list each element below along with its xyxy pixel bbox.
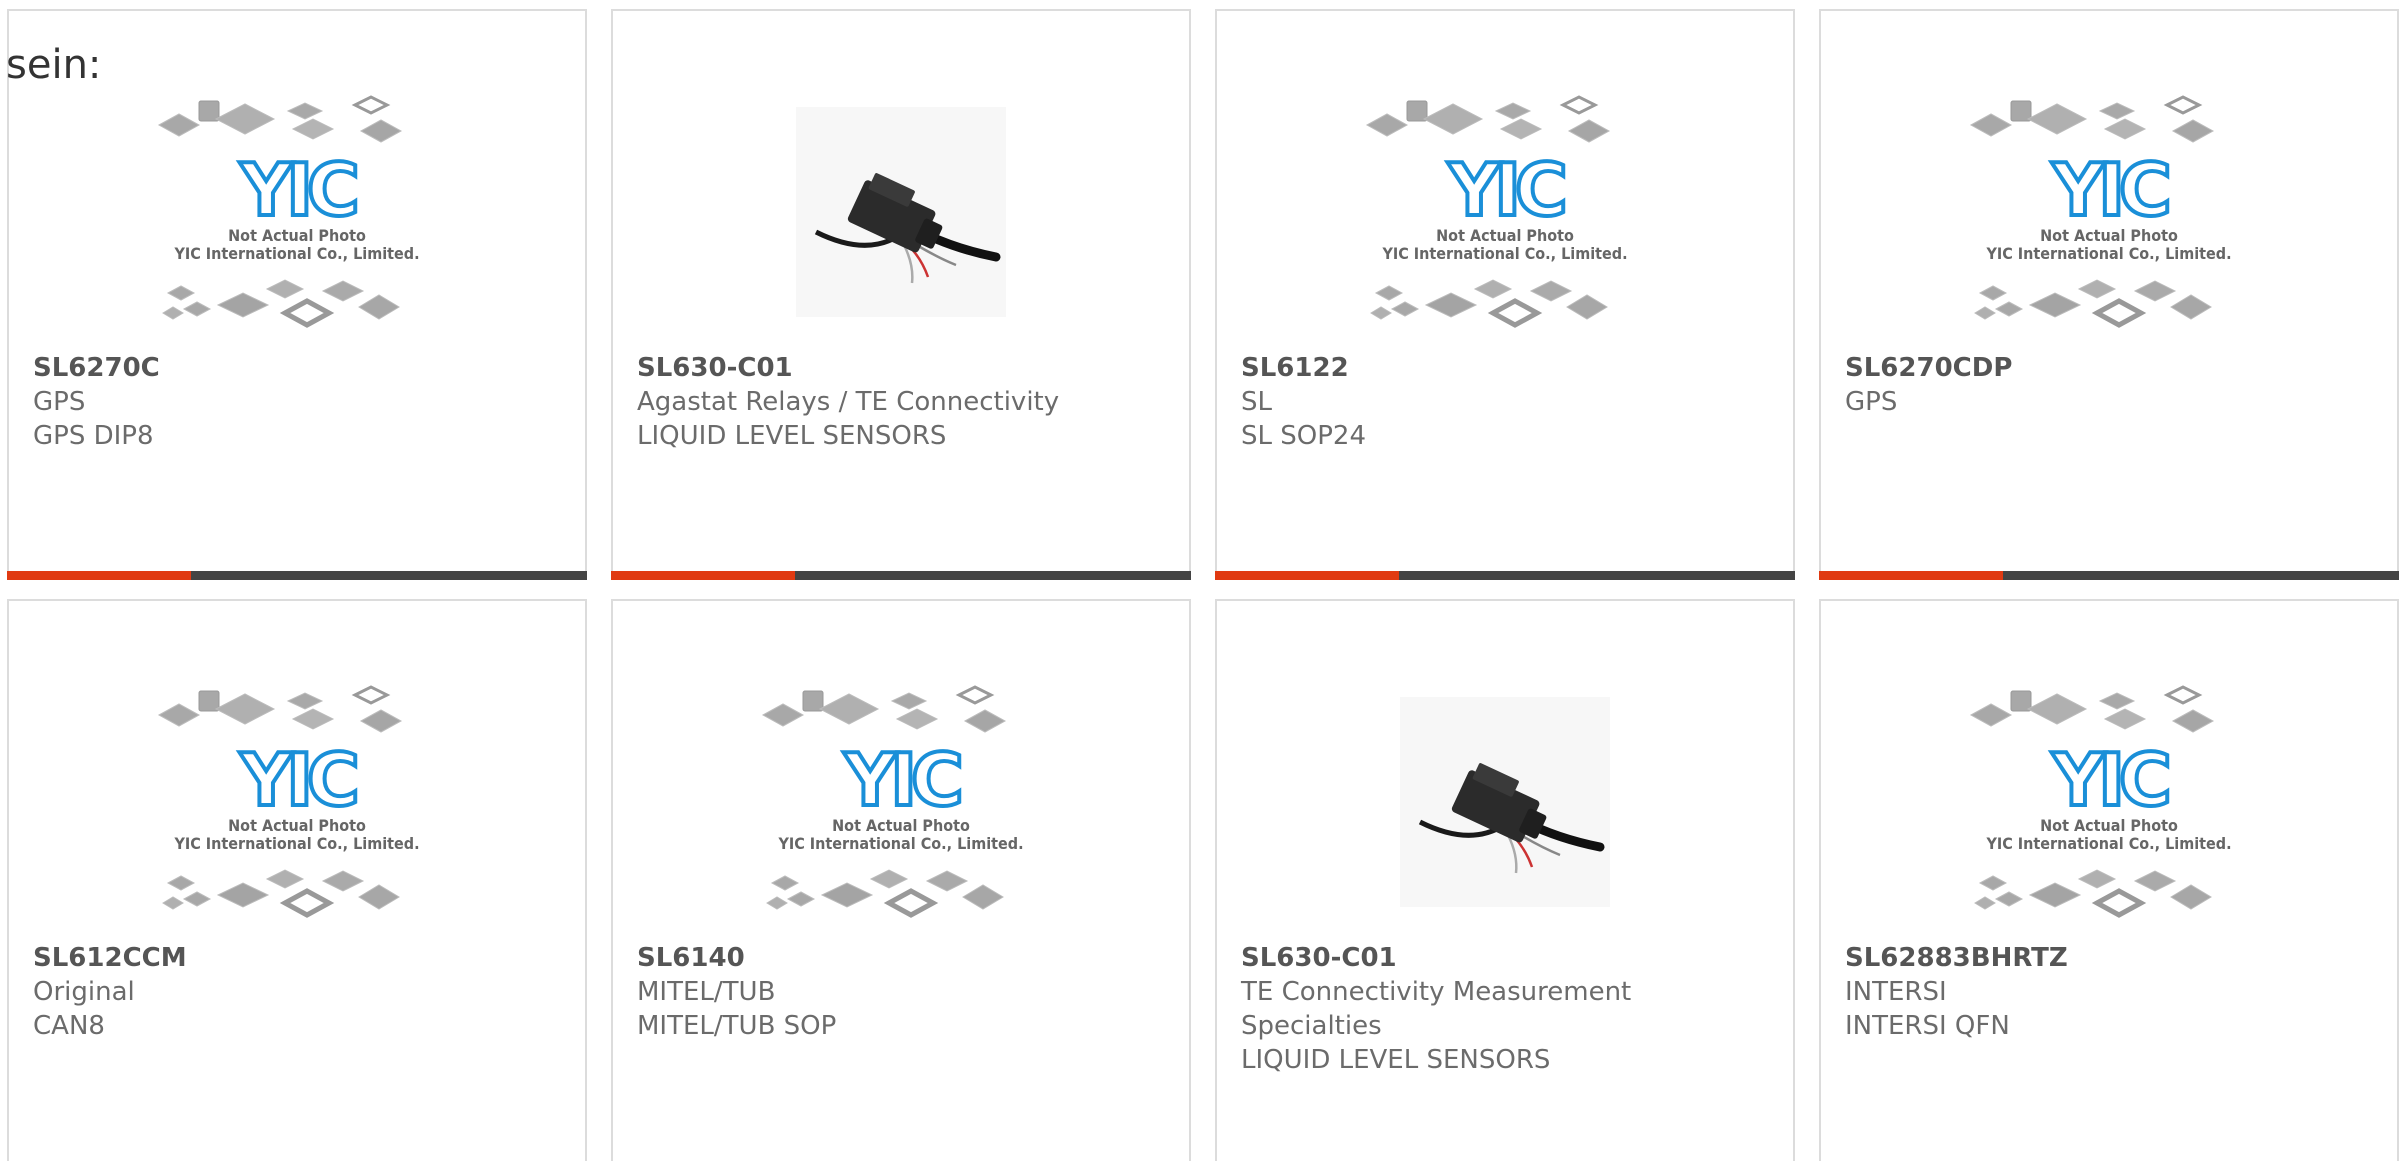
product-manufacturer-continued: Specialties	[1241, 1011, 1382, 1041]
card-bottom-bar	[1215, 571, 1795, 580]
svg-text:YIC International Co., Limited: YIC International Co., Limited.	[1985, 244, 2231, 263]
yic-placeholder-image: YICNot Actual PhotoYIC International Co.…	[1969, 685, 2232, 918]
product-card[interactable]: YIC Not Actual Photo YIC International Co.…	[7, 9, 587, 580]
product-card[interactable]: SL630-C01 Agastat Relays / TE Connectivi…	[611, 9, 1191, 580]
svg-text:YIC International Co., Limited: YIC International Co., Limited.	[777, 834, 1023, 853]
yic-placeholder-image: YICNot Actual PhotoYIC International Co.…	[761, 685, 1024, 918]
product-part-number[interactable]: SL6122	[1241, 351, 1773, 385]
product-card[interactable]: YIC Not Actual Photo YIC International Co.…	[7, 599, 587, 1161]
product-description: MITEL/TUB SOP	[637, 1011, 837, 1041]
product-info: SL6140 MITEL/TUB MITEL/TUB SOP	[637, 941, 1169, 1043]
product-part-number[interactable]: SL6270C	[33, 351, 565, 385]
product-manufacturer: GPS	[33, 387, 86, 417]
svg-text:YIC International Co., Limited: YIC International Co., Limited.	[1985, 834, 2231, 853]
product-description: LIQUID LEVEL SENSORS	[637, 421, 947, 451]
svg-text:Not Actual Photo: Not Actual Photo	[2040, 226, 2178, 245]
product-card[interactable]: YIC Not Actual Photo YIC International Co.…	[1819, 9, 2399, 580]
yic-placeholder-image: YICNot Actual PhotoYIC International Co.…	[1365, 95, 1628, 328]
sensor-cable-image	[796, 107, 1006, 317]
svg-text:Not Actual Photo: Not Actual Photo	[832, 816, 970, 835]
product-manufacturer: SL	[1241, 387, 1272, 417]
card-accent-bar	[611, 571, 795, 580]
card-bottom-bar	[611, 571, 1191, 580]
product-part-number[interactable]: SL6140	[637, 941, 1169, 975]
product-info: SL630-C01 Agastat Relays / TE Connectivi…	[637, 351, 1169, 453]
product-part-number[interactable]: SL6270CDP	[1845, 351, 2377, 385]
product-info: SL630-C01 TE Connectivity Measurement Sp…	[1241, 941, 1773, 1077]
product-image[interactable]	[1217, 659, 1793, 945]
product-info: SL6122 SL SL SOP24	[1241, 351, 1773, 453]
product-card[interactable]: YIC Not Actual Photo YIC International Co.…	[611, 599, 1191, 1161]
product-image[interactable]: YIC Not Actual Photo YIC International Co.…	[9, 659, 585, 945]
svg-text:Not Actual Photo: Not Actual Photo	[228, 816, 366, 835]
yic-logo-text: YIC	[2051, 738, 2168, 822]
product-part-number[interactable]: SL612CCM	[33, 941, 565, 975]
product-image[interactable]: YIC Not Actual Photo YIC International Co.…	[613, 659, 1189, 945]
card-accent-bar	[1215, 571, 1399, 580]
svg-text:Not Actual Photo: Not Actual Photo	[2040, 816, 2178, 835]
svg-text:YIC International Co., Limited: YIC International Co., Limited.	[173, 244, 419, 263]
product-description: SL SOP24	[1241, 421, 1366, 451]
yic-placeholder-image: YICNot Actual PhotoYIC International Co.…	[1969, 95, 2232, 328]
product-info: SL6270C GPS GPS DIP8	[33, 351, 565, 453]
product-image[interactable]: YIC Not Actual Photo YIC International Co.…	[1821, 659, 2397, 945]
product-manufacturer: TE Connectivity Measurement	[1241, 977, 1632, 1007]
product-image[interactable]: YIC Not Actual Photo YIC International Co.…	[1217, 69, 1793, 355]
svg-text:YIC International Co., Limited: YIC International Co., Limited.	[173, 834, 419, 853]
yic-logo-text: YIC	[1447, 148, 1564, 232]
product-card[interactable]: YIC Not Actual Photo YIC International Co.…	[1215, 9, 1795, 580]
product-description: INTERSI QFN	[1845, 1011, 2010, 1041]
card-bottom-bar	[1819, 571, 2399, 580]
product-info: SL6270CDP GPS	[1845, 351, 2377, 419]
product-info: SL612CCM Original CAN8	[33, 941, 565, 1043]
yic-logo-text: YIC	[239, 148, 356, 232]
yic-placeholder-image: YICNot Actual PhotoYIC International Co.…	[157, 95, 420, 328]
product-manufacturer: GPS	[1845, 387, 1898, 417]
product-card[interactable]: YIC Not Actual Photo YIC International Co.…	[1819, 599, 2399, 1161]
product-card[interactable]: SL630-C01 TE Connectivity Measurement Sp…	[1215, 599, 1795, 1161]
product-manufacturer: Original	[33, 977, 135, 1007]
card-accent-bar	[7, 571, 191, 580]
product-image[interactable]	[613, 69, 1189, 355]
product-manufacturer: MITEL/TUB	[637, 977, 776, 1007]
yic-logo-text: YIC	[843, 738, 960, 822]
product-description: GPS DIP8	[33, 421, 154, 451]
product-part-number[interactable]: SL62883BHRTZ	[1845, 941, 2377, 975]
card-bottom-bar	[7, 571, 587, 580]
svg-text:YIC International Co., Limited: YIC International Co., Limited.	[1381, 244, 1627, 263]
product-image[interactable]: YIC Not Actual Photo YIC International Co.…	[9, 69, 585, 355]
product-manufacturer: INTERSI	[1845, 977, 1947, 1007]
yic-logo-text: YIC	[2051, 148, 2168, 232]
svg-text:Not Actual Photo: Not Actual Photo	[228, 226, 366, 245]
card-accent-bar	[1819, 571, 2003, 580]
product-description: LIQUID LEVEL SENSORS	[1241, 1045, 1551, 1075]
product-manufacturer: Agastat Relays / TE Connectivity	[637, 387, 1060, 417]
yic-placeholder-image: YICNot Actual PhotoYIC International Co.…	[157, 685, 420, 918]
yic-logo-text: YIC	[239, 738, 356, 822]
product-grid-page: sein: YIC Not Actual Photo YIC Internation…	[0, 0, 2400, 1161]
sensor-cable-image	[1400, 697, 1610, 907]
product-description: CAN8	[33, 1011, 105, 1041]
intro-text: sein:	[6, 42, 102, 88]
product-info: SL62883BHRTZ INTERSI INTERSI QFN	[1845, 941, 2377, 1043]
product-part-number[interactable]: SL630-C01	[637, 351, 1169, 385]
svg-text:Not Actual Photo: Not Actual Photo	[1436, 226, 1574, 245]
product-part-number[interactable]: SL630-C01	[1241, 941, 1773, 975]
product-image[interactable]: YIC Not Actual Photo YIC International Co.…	[1821, 69, 2397, 355]
